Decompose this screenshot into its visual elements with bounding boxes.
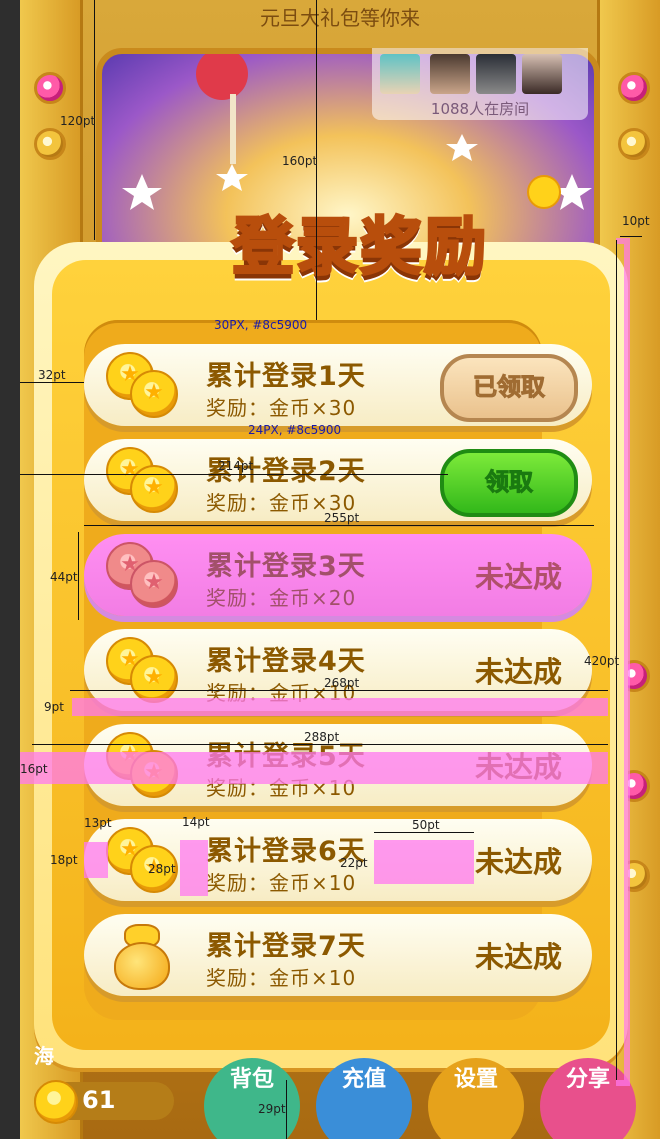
coin-stack-icon: ★★: [106, 637, 180, 703]
measure-label: 10pt: [622, 214, 650, 228]
spacing-marker: [72, 698, 608, 716]
row-reward: 奖励：金币×10: [206, 966, 357, 990]
bulb-light-icon: [34, 72, 66, 104]
measure-label: 9pt: [44, 700, 64, 714]
measure-label: 214pt: [218, 459, 254, 473]
gold-coin-icon: [34, 1080, 78, 1124]
measure-line: [620, 236, 642, 237]
measure-label: 268pt: [324, 676, 360, 690]
gold-balance: 61: [34, 1080, 174, 1124]
avatar[interactable]: [380, 54, 420, 94]
gold-value: 61: [82, 1086, 116, 1114]
reward-row-day-3: ★ ★ 累计登录3天奖励：金币×20 未达成: [84, 534, 592, 616]
row-title: 累计登录7天: [206, 931, 366, 962]
reward-row-day-2: ★ ★ 累计登录2天 奖励：金币×30 领取: [84, 439, 592, 521]
row-reward: 奖励：金币×20: [206, 586, 357, 610]
measure-label: 160pt: [282, 154, 318, 168]
measure-line: [84, 525, 594, 526]
row-title: 累计登录4天: [206, 646, 366, 677]
measure-line: [20, 382, 84, 383]
bulb-light-icon: [618, 72, 650, 104]
measure-label: 13pt: [84, 816, 112, 830]
settings-button[interactable]: 设置: [428, 1058, 524, 1139]
measure-label: 50pt: [412, 818, 440, 832]
status-not-reached: 未达成: [474, 845, 562, 879]
coin-stack-icon: ★★: [106, 447, 180, 513]
measure-label: 14pt: [182, 815, 210, 829]
spacing-marker: [374, 840, 474, 884]
room-count: 1088人在房间: [430, 100, 530, 118]
status-not-reached: 未达成: [474, 560, 562, 594]
measure-line: [78, 532, 79, 620]
claimed-button[interactable]: 已领取: [440, 354, 578, 422]
row-title: 累计登录3天: [206, 551, 366, 582]
row-title: 累计登录1天: [206, 361, 366, 392]
coin-stack-icon: ★★: [106, 827, 180, 893]
measure-line: [32, 744, 608, 745]
bulb-light-icon: [618, 128, 650, 160]
reward-row-day-1: ★ ★ 累计登录1天奖励：金币×30 已领取: [84, 344, 592, 426]
measure-label: 28pt: [148, 862, 176, 876]
measure-line: [70, 690, 608, 691]
room-avatars[interactable]: 1088人在房间: [372, 48, 588, 120]
measure-label: 420pt: [584, 654, 620, 668]
status-not-reached: 未达成: [474, 940, 562, 974]
measure-label: 120pt: [60, 114, 96, 128]
page-title: 元旦大礼包等你来: [260, 6, 420, 30]
row-reward: 奖励：金币×10: [206, 871, 357, 895]
money-bag-icon: [110, 918, 170, 990]
spacing-marker: [84, 842, 108, 878]
spacing-marker: [180, 840, 208, 896]
recharge-button[interactable]: 充值: [316, 1058, 412, 1139]
measure-line: [374, 832, 474, 833]
measure-line: [20, 474, 448, 475]
coin-stack-icon: ★★: [106, 352, 180, 418]
measure-label: 22pt: [340, 856, 368, 870]
login-reward-logo: 登录奖励: [230, 209, 488, 285]
reward-row-day-6: ★ ★ 累计登录6天 奖励：金币×10 未达成: [84, 819, 592, 901]
left-label: 海: [34, 1044, 54, 1068]
measure-label: 288pt: [304, 730, 340, 744]
measure-label: 29pt: [258, 1102, 286, 1116]
measure-label: 44pt: [50, 570, 78, 584]
bottom-bar: 61 背包 充值 设置 分享: [20, 1058, 660, 1139]
measure-label: 18pt: [50, 853, 78, 867]
game-stage: 元旦大礼包等你来 1088人在房间 登录奖励 ★ ★ 累计登录1天奖励：金币×30 已…: [20, 0, 660, 1139]
font-spec-label: 24PX, #8c5900: [248, 423, 342, 437]
measure-label: 16pt: [20, 762, 48, 776]
coin-stack-icon: ★★: [106, 542, 180, 608]
spacing-marker: [20, 752, 608, 784]
font-spec-label: 30PX, #8c5900: [214, 318, 308, 332]
measure-line: [286, 1080, 287, 1139]
bulb-light-icon: [34, 128, 66, 160]
reward-row-day-7: 累计登录7天奖励：金币×10 未达成: [84, 914, 592, 996]
avatar[interactable]: [476, 54, 516, 94]
claim-button[interactable]: 领取: [440, 449, 578, 517]
measure-label: 32pt: [38, 368, 66, 382]
row-reward: 奖励：金币×30: [206, 396, 357, 420]
measure-label: 255pt: [324, 511, 360, 525]
avatar[interactable]: [430, 54, 470, 94]
status-not-reached: 未达成: [474, 655, 562, 689]
avatar[interactable]: [522, 54, 562, 94]
